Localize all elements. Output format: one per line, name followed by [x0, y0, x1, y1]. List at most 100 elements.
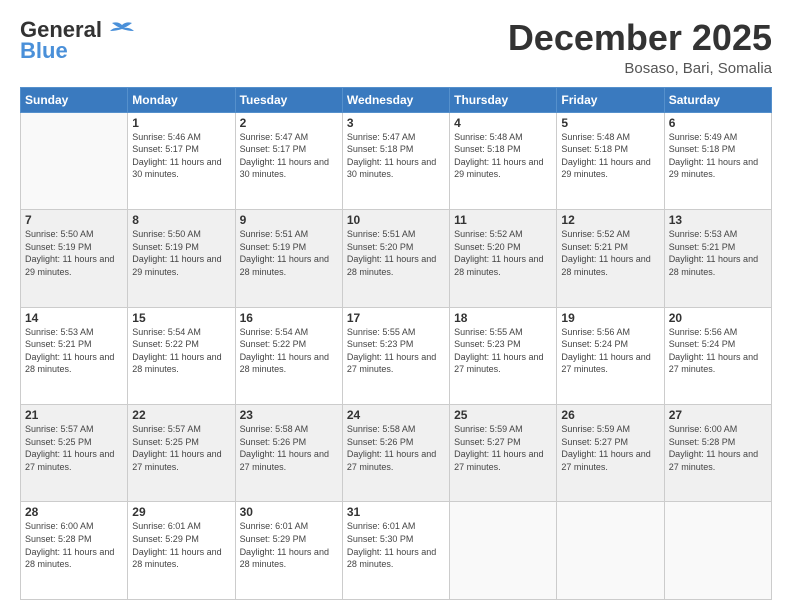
- day-number: 19: [561, 311, 659, 325]
- logo-bird-icon: [108, 21, 136, 41]
- day-info: Sunrise: 5:50 AM Sunset: 5:19 PM Dayligh…: [25, 228, 123, 278]
- day-number: 31: [347, 505, 445, 519]
- day-number: 17: [347, 311, 445, 325]
- header: General Blue December 2025 Bosaso, Bari,…: [20, 18, 772, 77]
- day-info: Sunrise: 6:00 AM Sunset: 5:28 PM Dayligh…: [669, 423, 767, 473]
- logo-blue: Blue: [20, 38, 68, 64]
- day-number: 15: [132, 311, 230, 325]
- day-number: 14: [25, 311, 123, 325]
- calendar-cell: 3 Sunrise: 5:47 AM Sunset: 5:18 PM Dayli…: [342, 112, 449, 209]
- day-number: 2: [240, 116, 338, 130]
- calendar-day-header: Wednesday: [342, 87, 449, 112]
- calendar-cell: 9 Sunrise: 5:51 AM Sunset: 5:19 PM Dayli…: [235, 210, 342, 307]
- day-info: Sunrise: 5:57 AM Sunset: 5:25 PM Dayligh…: [132, 423, 230, 473]
- page: General Blue December 2025 Bosaso, Bari,…: [0, 0, 792, 612]
- day-info: Sunrise: 5:58 AM Sunset: 5:26 PM Dayligh…: [240, 423, 338, 473]
- day-number: 4: [454, 116, 552, 130]
- calendar-cell: 20 Sunrise: 5:56 AM Sunset: 5:24 PM Dayl…: [664, 307, 771, 404]
- day-info: Sunrise: 5:55 AM Sunset: 5:23 PM Dayligh…: [454, 326, 552, 376]
- calendar-cell: 21 Sunrise: 5:57 AM Sunset: 5:25 PM Dayl…: [21, 405, 128, 502]
- day-number: 30: [240, 505, 338, 519]
- day-number: 11: [454, 213, 552, 227]
- day-info: Sunrise: 6:01 AM Sunset: 5:30 PM Dayligh…: [347, 520, 445, 570]
- day-number: 21: [25, 408, 123, 422]
- day-info: Sunrise: 5:46 AM Sunset: 5:17 PM Dayligh…: [132, 131, 230, 181]
- calendar-cell: 30 Sunrise: 6:01 AM Sunset: 5:29 PM Dayl…: [235, 502, 342, 600]
- day-info: Sunrise: 5:56 AM Sunset: 5:24 PM Dayligh…: [669, 326, 767, 376]
- calendar-cell: 8 Sunrise: 5:50 AM Sunset: 5:19 PM Dayli…: [128, 210, 235, 307]
- day-number: 24: [347, 408, 445, 422]
- calendar-cell: 23 Sunrise: 5:58 AM Sunset: 5:26 PM Dayl…: [235, 405, 342, 502]
- calendar-week-row: 28 Sunrise: 6:00 AM Sunset: 5:28 PM Dayl…: [21, 502, 772, 600]
- calendar-cell: 24 Sunrise: 5:58 AM Sunset: 5:26 PM Dayl…: [342, 405, 449, 502]
- day-info: Sunrise: 5:48 AM Sunset: 5:18 PM Dayligh…: [454, 131, 552, 181]
- day-info: Sunrise: 6:01 AM Sunset: 5:29 PM Dayligh…: [240, 520, 338, 570]
- day-number: 22: [132, 408, 230, 422]
- day-number: 29: [132, 505, 230, 519]
- day-number: 13: [669, 213, 767, 227]
- calendar-cell: 7 Sunrise: 5:50 AM Sunset: 5:19 PM Dayli…: [21, 210, 128, 307]
- day-info: Sunrise: 5:53 AM Sunset: 5:21 PM Dayligh…: [669, 228, 767, 278]
- day-info: Sunrise: 5:51 AM Sunset: 5:20 PM Dayligh…: [347, 228, 445, 278]
- calendar-day-header: Monday: [128, 87, 235, 112]
- calendar-day-header: Friday: [557, 87, 664, 112]
- day-number: 20: [669, 311, 767, 325]
- calendar-cell: 25 Sunrise: 5:59 AM Sunset: 5:27 PM Dayl…: [450, 405, 557, 502]
- day-number: 5: [561, 116, 659, 130]
- calendar-cell: 14 Sunrise: 5:53 AM Sunset: 5:21 PM Dayl…: [21, 307, 128, 404]
- calendar-day-header: Sunday: [21, 87, 128, 112]
- day-number: 12: [561, 213, 659, 227]
- day-number: 27: [669, 408, 767, 422]
- calendar-cell: 31 Sunrise: 6:01 AM Sunset: 5:30 PM Dayl…: [342, 502, 449, 600]
- day-number: 6: [669, 116, 767, 130]
- calendar-cell: 27 Sunrise: 6:00 AM Sunset: 5:28 PM Dayl…: [664, 405, 771, 502]
- day-info: Sunrise: 5:55 AM Sunset: 5:23 PM Dayligh…: [347, 326, 445, 376]
- day-info: Sunrise: 5:59 AM Sunset: 5:27 PM Dayligh…: [561, 423, 659, 473]
- calendar-cell: 22 Sunrise: 5:57 AM Sunset: 5:25 PM Dayl…: [128, 405, 235, 502]
- day-info: Sunrise: 5:53 AM Sunset: 5:21 PM Dayligh…: [25, 326, 123, 376]
- day-info: Sunrise: 6:01 AM Sunset: 5:29 PM Dayligh…: [132, 520, 230, 570]
- day-number: 25: [454, 408, 552, 422]
- logo: General Blue: [20, 18, 136, 64]
- day-info: Sunrise: 5:50 AM Sunset: 5:19 PM Dayligh…: [132, 228, 230, 278]
- calendar-header-row: SundayMondayTuesdayWednesdayThursdayFrid…: [21, 87, 772, 112]
- day-number: 3: [347, 116, 445, 130]
- day-info: Sunrise: 5:52 AM Sunset: 5:20 PM Dayligh…: [454, 228, 552, 278]
- calendar-cell: 19 Sunrise: 5:56 AM Sunset: 5:24 PM Dayl…: [557, 307, 664, 404]
- calendar-week-row: 14 Sunrise: 5:53 AM Sunset: 5:21 PM Dayl…: [21, 307, 772, 404]
- calendar-cell: 10 Sunrise: 5:51 AM Sunset: 5:20 PM Dayl…: [342, 210, 449, 307]
- calendar-cell: 11 Sunrise: 5:52 AM Sunset: 5:20 PM Dayl…: [450, 210, 557, 307]
- calendar-day-header: Saturday: [664, 87, 771, 112]
- calendar-cell: 16 Sunrise: 5:54 AM Sunset: 5:22 PM Dayl…: [235, 307, 342, 404]
- calendar-cell: [21, 112, 128, 209]
- calendar-cell: [450, 502, 557, 600]
- calendar-cell: 29 Sunrise: 6:01 AM Sunset: 5:29 PM Dayl…: [128, 502, 235, 600]
- day-number: 23: [240, 408, 338, 422]
- calendar-cell: 17 Sunrise: 5:55 AM Sunset: 5:23 PM Dayl…: [342, 307, 449, 404]
- day-info: Sunrise: 5:47 AM Sunset: 5:17 PM Dayligh…: [240, 131, 338, 181]
- location: Bosaso, Bari, Somalia: [508, 60, 772, 77]
- day-info: Sunrise: 6:00 AM Sunset: 5:28 PM Dayligh…: [25, 520, 123, 570]
- calendar-cell: 18 Sunrise: 5:55 AM Sunset: 5:23 PM Dayl…: [450, 307, 557, 404]
- calendar-day-header: Tuesday: [235, 87, 342, 112]
- calendar-cell: 1 Sunrise: 5:46 AM Sunset: 5:17 PM Dayli…: [128, 112, 235, 209]
- month-title: December 2025: [508, 18, 772, 58]
- day-number: 8: [132, 213, 230, 227]
- calendar-week-row: 1 Sunrise: 5:46 AM Sunset: 5:17 PM Dayli…: [21, 112, 772, 209]
- title-block: December 2025 Bosaso, Bari, Somalia: [508, 18, 772, 77]
- calendar-cell: 5 Sunrise: 5:48 AM Sunset: 5:18 PM Dayli…: [557, 112, 664, 209]
- day-info: Sunrise: 5:57 AM Sunset: 5:25 PM Dayligh…: [25, 423, 123, 473]
- day-number: 10: [347, 213, 445, 227]
- day-info: Sunrise: 5:56 AM Sunset: 5:24 PM Dayligh…: [561, 326, 659, 376]
- day-info: Sunrise: 5:47 AM Sunset: 5:18 PM Dayligh…: [347, 131, 445, 181]
- day-number: 9: [240, 213, 338, 227]
- day-info: Sunrise: 5:49 AM Sunset: 5:18 PM Dayligh…: [669, 131, 767, 181]
- day-number: 1: [132, 116, 230, 130]
- day-number: 7: [25, 213, 123, 227]
- calendar-cell: 6 Sunrise: 5:49 AM Sunset: 5:18 PM Dayli…: [664, 112, 771, 209]
- day-info: Sunrise: 5:58 AM Sunset: 5:26 PM Dayligh…: [347, 423, 445, 473]
- day-info: Sunrise: 5:48 AM Sunset: 5:18 PM Dayligh…: [561, 131, 659, 181]
- calendar-day-header: Thursday: [450, 87, 557, 112]
- calendar-table: SundayMondayTuesdayWednesdayThursdayFrid…: [20, 87, 772, 600]
- day-info: Sunrise: 5:51 AM Sunset: 5:19 PM Dayligh…: [240, 228, 338, 278]
